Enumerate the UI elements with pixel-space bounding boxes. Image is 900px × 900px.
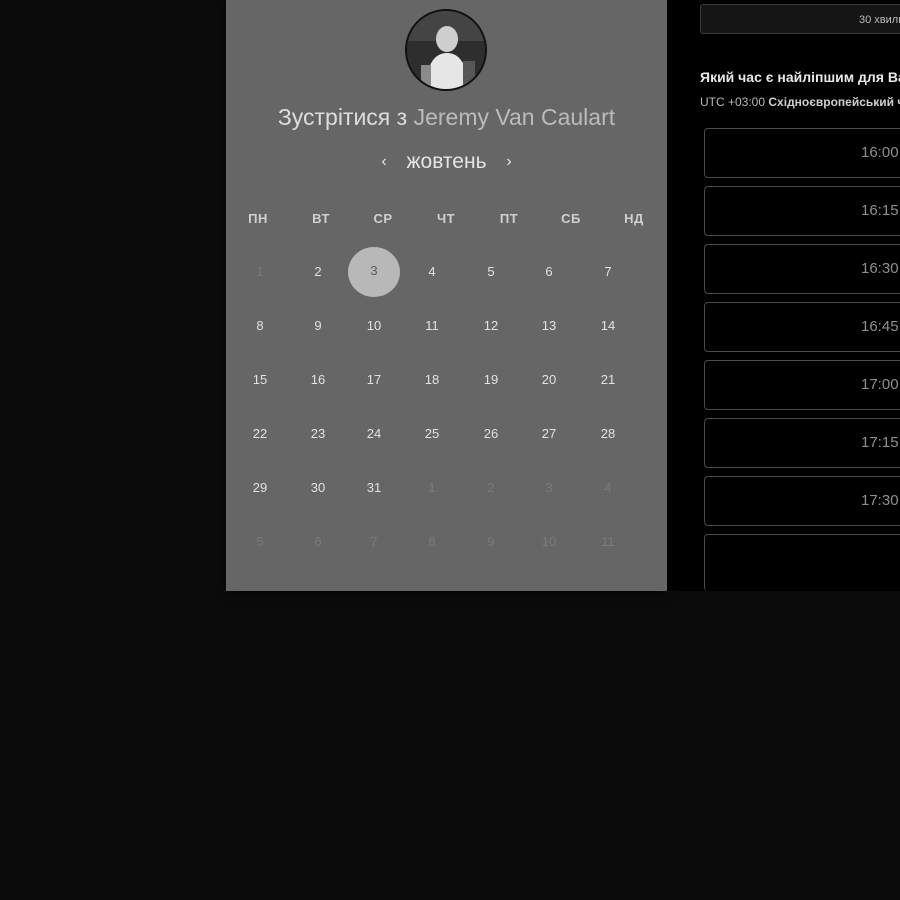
calendar-day[interactable]: 12 [471,316,511,336]
prev-month-button[interactable]: ‹ [367,153,400,171]
calendar-day[interactable]: 13 [529,316,569,336]
calendar-day[interactable]: 27 [529,424,569,444]
calendar-day: 10 [541,534,557,549]
calendar-day[interactable]: 5 [471,262,511,282]
calendar-day: 7 [370,534,378,549]
weekday-tue: ВТ [312,211,330,226]
calendar-day[interactable]: 16 [298,370,338,390]
calendar-day[interactable]: 2 [298,262,338,282]
calendar-day[interactable]: 29 [240,478,280,498]
time-slot-button[interactable]: 17:30 [704,476,900,526]
calendar-day[interactable]: 23 [298,424,338,444]
timezone-selector[interactable]: UTC +03:00 Східноєвропейський час [700,95,900,109]
calendar-day: 11 [601,534,615,549]
weekday-wed: СР [373,211,393,226]
calendar-day[interactable]: 17 [354,370,394,390]
calendar-day[interactable]: 8 [240,316,280,336]
calendar-day: 1 [428,480,436,495]
calendar-day[interactable]: 15 [240,370,280,390]
time-slot-partial[interactable] [704,534,900,591]
timezone-offset: UTC +03:00 [700,95,766,109]
calendar-day[interactable]: 26 [471,424,511,444]
calendar-day[interactable]: 19 [471,370,511,390]
calendar-day: 4 [604,480,612,495]
calendar-day[interactable]: 18 [412,370,452,390]
time-slot-button[interactable]: 16:30 [704,244,900,294]
calendar-day[interactable]: 4 [412,262,452,282]
calendar-panel: Зустрітися з Jeremy Van Caulart ‹ жовтен… [226,0,667,591]
calendar-day: 2 [487,480,495,495]
time-slots-panel: 30 хвилин Який час є найліпшим для Вас? … [667,0,900,591]
calendar-day[interactable]: 11 [412,316,452,336]
month-navigation: ‹ жовтень › [226,150,667,174]
calendar-day: 6 [314,534,322,549]
time-slot-button[interactable]: 17:15 [704,418,900,468]
time-slot-button[interactable]: 16:00 [704,128,900,178]
timezone-name: Східноєвропейський час [768,95,900,109]
next-month-button[interactable]: › [492,153,525,171]
title-prefix: Зустрітися з [277,104,408,130]
calendar-day-selected[interactable]: 3 [354,261,394,281]
calendar-day[interactable]: 10 [354,316,394,336]
time-question: Який час є найліпшим для Вас? [700,69,900,85]
weekday-thu: ЧТ [436,211,456,226]
host-name: Jeremy Van Caulart [413,104,616,130]
time-slot-button[interactable]: 17:00 [704,360,900,410]
host-photo [407,11,485,89]
time-slot-button[interactable]: 16:45 [704,302,900,352]
calendar-day[interactable]: 25 [412,424,452,444]
calendar-day: 1 [256,264,264,279]
weekday-mon: ПН [248,211,268,226]
calendar-day[interactable]: 14 [588,316,628,336]
month-label: жовтень [406,150,487,173]
weekday-fri: ПТ [499,211,519,226]
weekday-sat: СБ [561,211,581,226]
calendar-day[interactable]: 30 [298,478,338,498]
calendar-day: 9 [487,534,495,549]
meeting-title: Зустрітися з Jeremy Van Caulart [226,104,667,131]
calendar-day: 8 [428,534,436,549]
host-avatar [405,9,487,91]
calendar-day[interactable]: 9 [298,316,338,336]
calendar-day[interactable]: 31 [354,478,394,498]
duration-selector[interactable]: 30 хвилин [700,4,900,34]
calendar-day: 3 [545,480,553,495]
calendar-day[interactable]: 28 [588,424,628,444]
duration-label: 30 хвилин [859,14,900,26]
calendar-day[interactable]: 6 [529,262,569,282]
calendar-day[interactable]: 22 [240,424,280,444]
calendar-day[interactable]: 21 [588,370,628,390]
calendar-day: 5 [256,534,264,549]
weekday-sun: НД [624,211,644,226]
calendar-day[interactable]: 7 [588,262,628,282]
calendar-day[interactable]: 24 [354,424,394,444]
calendar-day[interactable]: 20 [529,370,569,390]
time-slot-button[interactable]: 16:15 [704,186,900,236]
